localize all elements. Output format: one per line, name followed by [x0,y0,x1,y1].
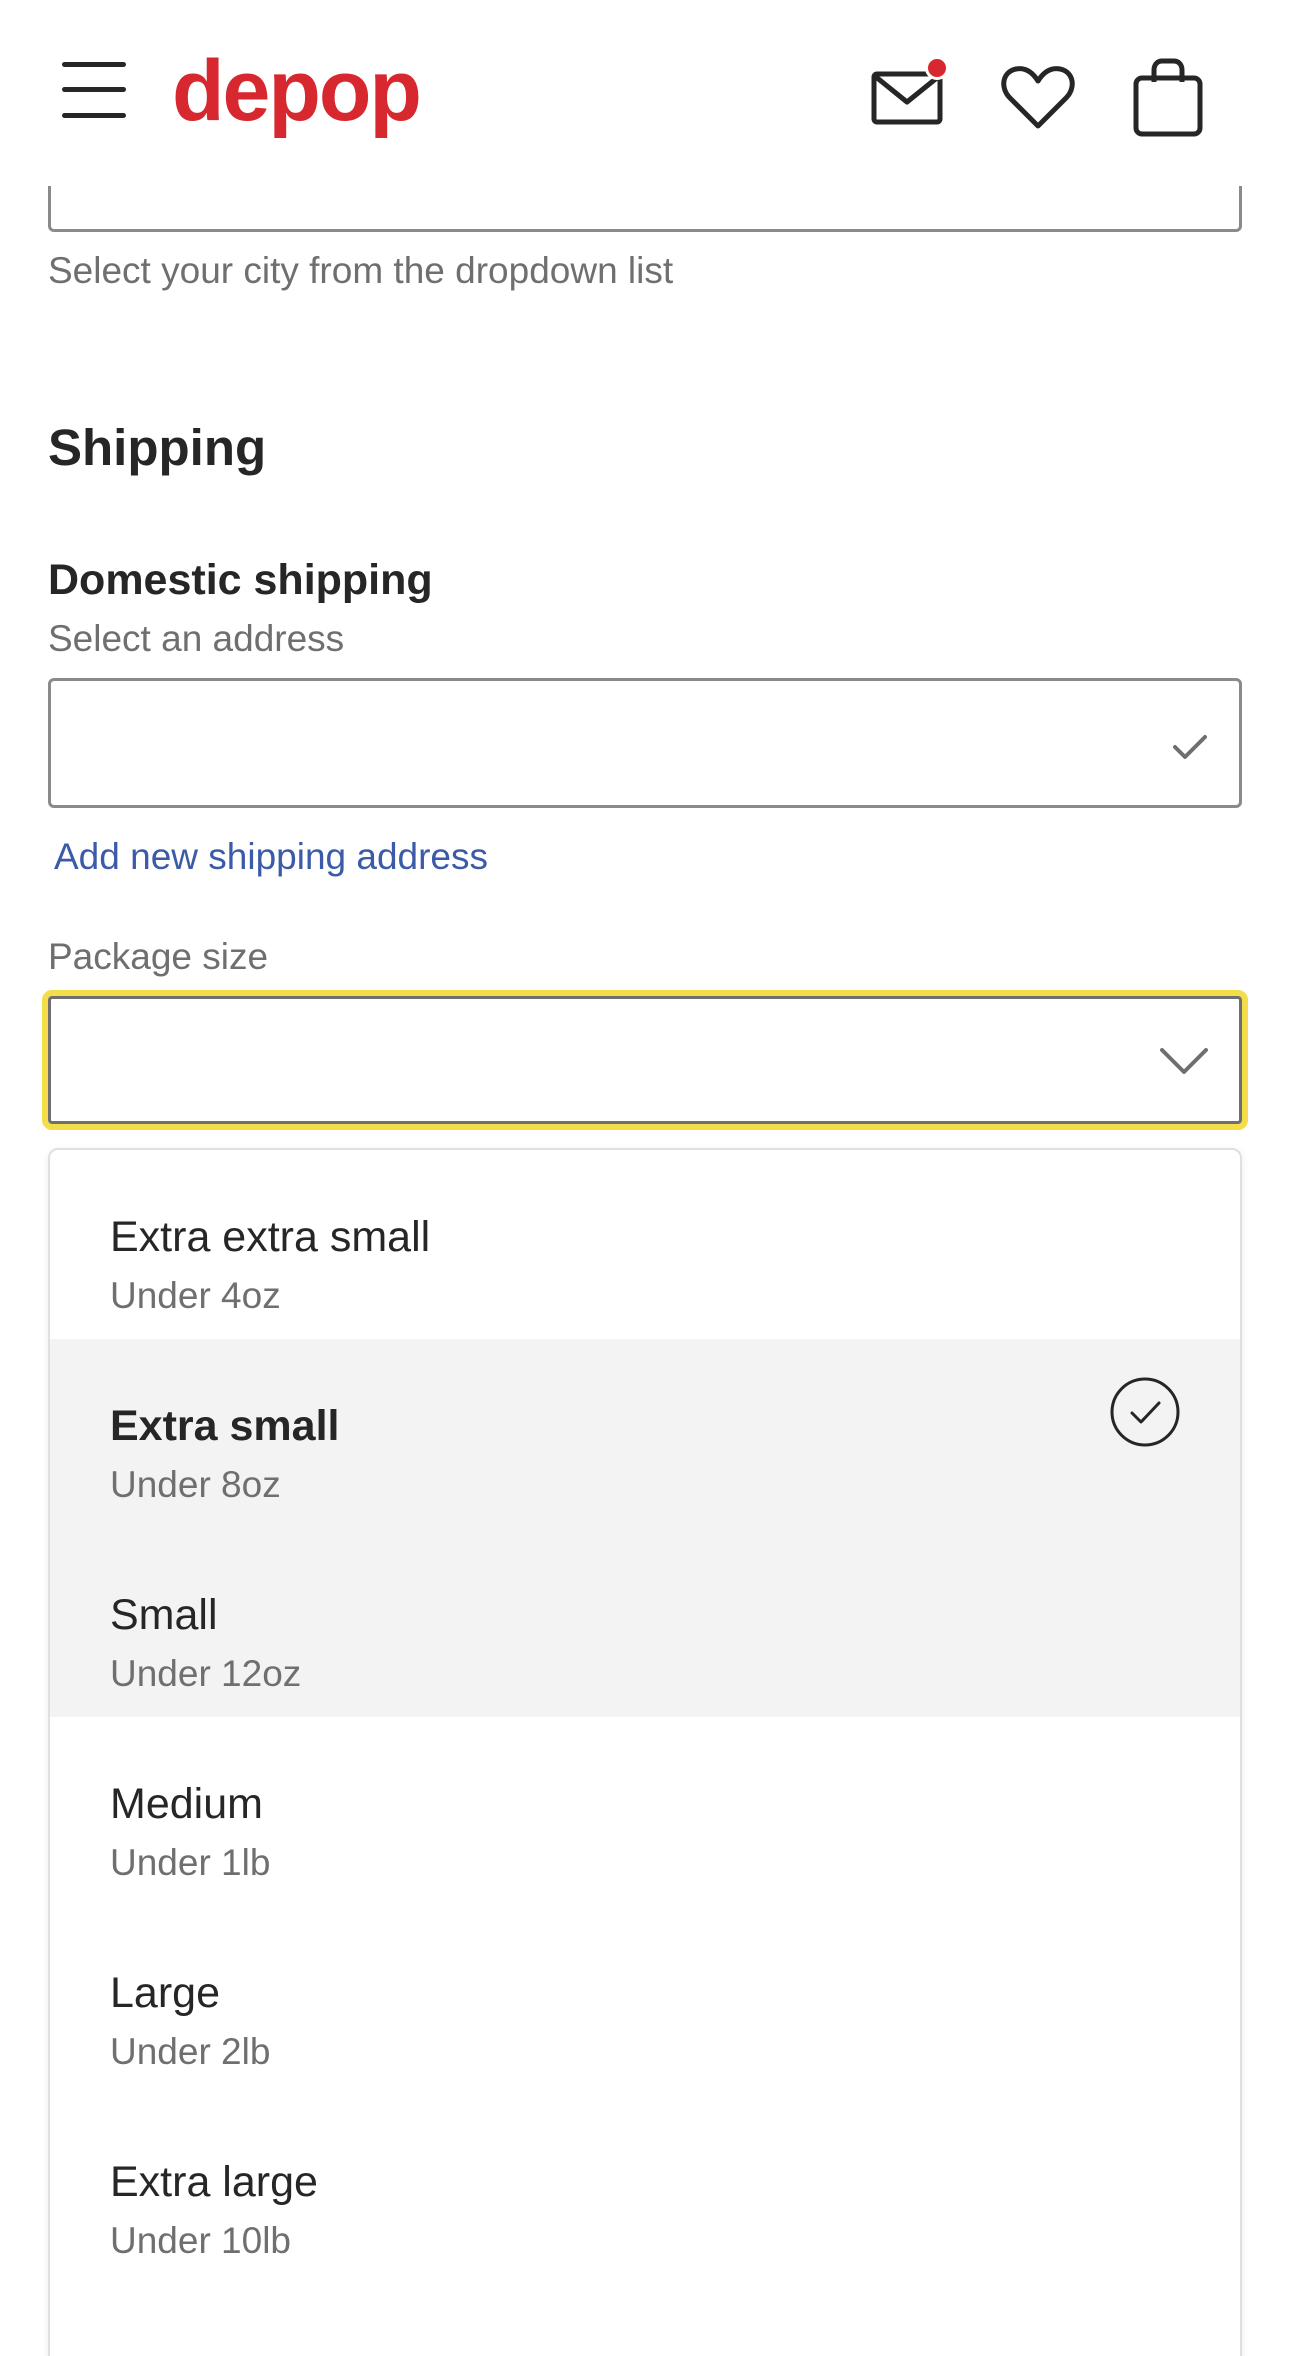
page: depop Select your city from the dropdown… [0,0,1290,2356]
option-subtitle: Under 12oz [110,1653,302,1694]
notification-dot [925,56,949,80]
bag-icon[interactable] [1132,58,1204,138]
chevron-down-icon [1173,735,1207,759]
package-option[interactable]: Medium Under 1lb [50,1717,1240,1906]
package-option[interactable]: Extra large Under 10lb [50,2095,1240,2284]
package-option[interactable]: Large Under 2lb [50,1906,1240,2095]
option-subtitle: Under 1lb [110,1842,271,1883]
package-size-label: Package size [48,936,269,977]
address-helper-text: Select an address [48,618,345,659]
address-select[interactable] [48,678,1242,808]
package-size-select[interactable] [42,990,1248,1130]
package-option[interactable]: Extra extra small Under 4oz [50,1150,1240,1339]
option-title: Medium [110,1780,263,1828]
option-title: Small [110,1591,218,1639]
option-subtitle: Under 10lb [110,2220,292,2261]
option-title: Extra extra small [110,1213,431,1261]
chevron-down-icon [1160,1048,1208,1074]
option-subtitle: Under 2lb [110,2031,271,2072]
check-circle-icon [1110,1377,1180,1447]
top-nav-bar: depop [0,0,1290,186]
package-size-select-inner [48,996,1242,1124]
option-subtitle: Under 8oz [110,1464,281,1505]
heart-icon[interactable] [1000,60,1076,136]
menu-icon[interactable] [62,62,126,118]
option-title: Extra large [110,2158,318,2206]
depop-logo[interactable]: depop [172,48,422,134]
package-size-dropdown: Extra extra small Under 4oz Extra small … [48,1148,1242,2356]
option-title: Large [110,1969,220,2017]
city-helper-text: Select your city from the dropdown list [48,250,674,291]
option-title: Extra small [110,1402,340,1450]
option-subtitle: Under 4oz [110,1275,281,1316]
domestic-shipping-heading: Domestic shipping [48,556,433,604]
package-option-selected[interactable]: Extra small Under 8oz [50,1339,1240,1528]
add-shipping-address-link[interactable]: Add new shipping address [54,836,488,878]
shipping-heading: Shipping [48,419,267,476]
package-option[interactable]: Small Under 12oz [50,1528,1240,1717]
